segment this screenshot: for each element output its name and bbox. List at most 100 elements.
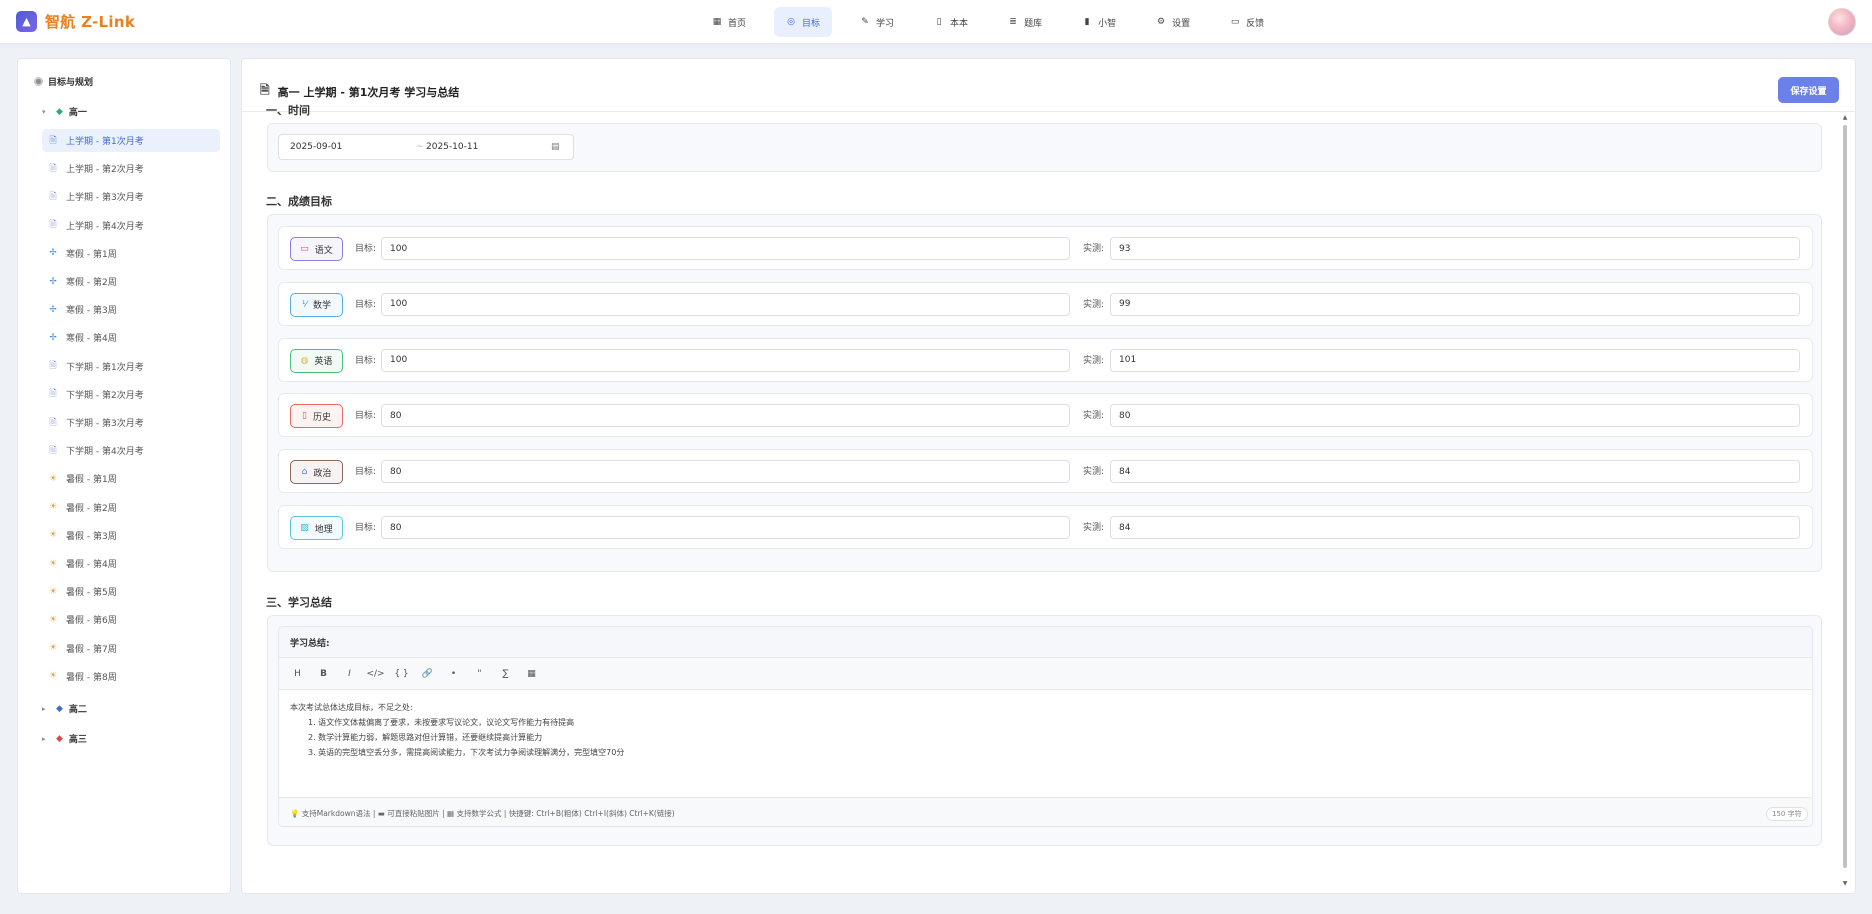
- date-range-picker[interactable]: 2025-09-01 ~ 2025-10-11 ▤: [278, 134, 574, 160]
- nav-item[interactable]: ▯ 本本: [922, 7, 980, 37]
- nav-item[interactable]: ▮ 小智: [1070, 7, 1128, 37]
- sidebar-item[interactable]: ✢ 寒假 - 第3周: [42, 298, 220, 321]
- sun-icon: ☀: [48, 643, 58, 654]
- nav-item[interactable]: ≣ 题库: [996, 7, 1054, 37]
- formula-button[interactable]: ∑: [495, 664, 516, 684]
- calendar-icon[interactable]: ▤: [551, 142, 560, 152]
- sidebar-item[interactable]: ☀ 暑假 - 第5周: [42, 580, 220, 603]
- save-settings-button[interactable]: 保存设置: [1778, 77, 1839, 103]
- nav-item[interactable]: ✎ 学习: [848, 7, 906, 37]
- sidebar-item-label: 暑假 - 第7周: [66, 644, 117, 655]
- sidebar-item[interactable]: ✢ 寒假 - 第1周: [42, 242, 220, 265]
- sidebar-item-label: 上学期 - 第3次月考: [66, 193, 144, 204]
- sidebar-grade[interactable]: ▾ ◆ 高一: [42, 105, 87, 119]
- actual-input[interactable]: 80: [1110, 404, 1800, 428]
- sidebar-item[interactable]: ✢ 寒假 - 第2周: [42, 270, 220, 293]
- bullet-list-button[interactable]: •: [443, 664, 464, 684]
- table-icon[interactable]: ▦: [521, 664, 542, 684]
- nav-item[interactable]: ▦ 首页: [700, 7, 758, 37]
- actual-input[interactable]: 84: [1110, 516, 1800, 539]
- scroll-up-icon[interactable]: ▲: [1841, 114, 1849, 121]
- sidebar-item-label: 寒假 - 第2周: [66, 278, 117, 288]
- heading-button[interactable]: H: [287, 664, 308, 684]
- graduation-cap-icon: ◆: [56, 106, 63, 117]
- nav-item[interactable]: ◎ 目标: [774, 7, 833, 37]
- sidebar-item[interactable]: 🗎 下学期 - 第3次月考: [42, 411, 220, 434]
- chevron-right-icon[interactable]: ▸: [42, 735, 50, 743]
- chevron-right-icon[interactable]: ▸: [42, 705, 50, 713]
- avatar[interactable]: [1828, 8, 1856, 36]
- scrollbar[interactable]: ▲ ▼: [1841, 114, 1849, 889]
- sidebar-item[interactable]: ☀ 暑假 - 第3周: [42, 524, 220, 547]
- target-input[interactable]: 100: [381, 237, 1070, 260]
- page-title-text: 高一 上学期 - 第1次月考 学习与总结: [277, 85, 460, 99]
- sidebar-item[interactable]: ☀ 暑假 - 第7周: [42, 637, 220, 660]
- sidebar-item[interactable]: ☀ 暑假 - 第2周: [42, 496, 220, 519]
- target-input[interactable]: 100: [381, 292, 1070, 316]
- sidebar-item[interactable]: ☀ 暑假 - 第6周: [42, 608, 220, 631]
- bold-button[interactable]: B: [313, 664, 334, 684]
- sidebar-item-label: 上学期 - 第4次月考: [66, 221, 144, 232]
- sidebar-item-label: 暑假 - 第5周: [66, 588, 117, 599]
- editor-toolbar: H B I </>{ } 🔗 • " ∑ ▦: [279, 658, 1812, 690]
- target-input[interactable]: 80: [381, 404, 1070, 428]
- sidebar-item[interactable]: 🗎 下学期 - 第2次月考: [42, 383, 220, 406]
- sidebar-item-label: 下学期 - 第3次月考: [66, 419, 144, 429]
- quote-button[interactable]: ": [469, 664, 490, 684]
- target-input[interactable]: 100: [381, 348, 1070, 372]
- editor-content[interactable]: 本次考试总体达成目标，不足之处: 1. 语文作文体裁偏离了要求，未按要求写议论文…: [279, 690, 1812, 797]
- top-navbar: ▲ 智航 Z-Link ▦ 首页 ◎ 目标 ✎ 学习 ▯ 本本 ≣ 题库 ▮ 小智 ⚙ 设置 ▭ 反馈: [0, 0, 1872, 44]
- sidebar-item-label: 下学期 - 第4次月考: [66, 447, 144, 458]
- target-input[interactable]: 80: [381, 460, 1070, 484]
- sidebar-grade[interactable]: ▸ ◆ 高三: [42, 732, 87, 746]
- sidebar-item[interactable]: ☀ 暑假 - 第4周: [42, 552, 220, 575]
- sidebar-item-label: 暑假 - 第6周: [66, 616, 117, 627]
- subject-icon: ⅟: [301, 299, 308, 310]
- sidebar-item[interactable]: ☀ 暑假 - 第1周: [42, 467, 220, 490]
- italic-button[interactable]: I: [339, 664, 360, 684]
- scrollbar-thumb[interactable]: [1843, 125, 1847, 868]
- nav-item[interactable]: ▭ 反馈: [1218, 7, 1276, 37]
- sidebar-grade[interactable]: ▸ ◆ 高二: [42, 702, 87, 716]
- nav-icon: ▮: [1084, 17, 1090, 27]
- code-block-button[interactable]: { }: [391, 664, 412, 684]
- document-icon: 🗎: [49, 361, 57, 372]
- document-icon: 🗎: [49, 135, 57, 146]
- sidebar-item-label: 寒假 - 第1周: [66, 249, 117, 260]
- sidebar-item[interactable]: 🗎 下学期 - 第1次月考: [42, 355, 220, 378]
- scroll-down-icon[interactable]: ▼: [1841, 880, 1849, 887]
- actual-input[interactable]: 93: [1110, 237, 1800, 260]
- inline-code-button[interactable]: </>: [365, 664, 386, 684]
- date-end[interactable]: 2025-10-11: [426, 142, 478, 152]
- sidebar-item[interactable]: 🗎 下学期 - 第4次月考: [42, 439, 220, 462]
- actual-input[interactable]: 99: [1110, 292, 1800, 316]
- target-input[interactable]: 80: [381, 516, 1070, 539]
- actual-input[interactable]: 101: [1110, 348, 1800, 372]
- sidebar-item[interactable]: ✢ 寒假 - 第4周: [42, 326, 220, 349]
- nav-icon: ▭: [1230, 17, 1240, 27]
- sidebar-item[interactable]: 🗎 上学期 - 第4次月考: [42, 214, 220, 237]
- subject-name: 地理: [314, 524, 333, 535]
- nav-label: 小智: [1098, 18, 1117, 29]
- editor-header: 学习总结:: [279, 627, 1812, 658]
- editor-footer: 💡 支持Markdown语法 | ▬ 可直接粘贴图片 | ▦ 支持数学公式 | …: [279, 797, 1812, 826]
- nav-label: 设置: [1172, 18, 1191, 29]
- sidebar-item[interactable]: 🗎 上学期 - 第2次月考: [42, 157, 220, 180]
- chevron-down-icon[interactable]: ▾: [42, 108, 50, 116]
- subject-name: 语文: [314, 245, 333, 256]
- document-icon: 🗎: [49, 220, 57, 231]
- link-icon[interactable]: 🔗: [417, 664, 438, 684]
- nav-item[interactable]: ⚙ 设置: [1144, 7, 1202, 37]
- summary-point: 1. 语文作文体裁偏离了要求，未按要求写议论文，议论文写作能力有待提高: [308, 718, 575, 727]
- actual-input[interactable]: 84: [1110, 460, 1800, 484]
- main-panel: 🗎 高一 上学期 - 第1次月考 学习与总结 保存设置 一、时间 2025-09…: [241, 58, 1857, 894]
- app-logo[interactable]: ▲ 智航 Z-Link: [16, 11, 135, 32]
- nav-icon: ≣: [1009, 17, 1017, 27]
- sidebar-item[interactable]: 🗎 上学期 - 第1次月考: [42, 129, 220, 152]
- document-icon: 🗎: [49, 445, 57, 456]
- sidebar-item[interactable]: 🗎 上学期 - 第3次月考: [42, 185, 220, 208]
- actual-label: 实测:: [1083, 355, 1105, 366]
- date-start[interactable]: 2025-09-01: [290, 142, 342, 152]
- sidebar-item[interactable]: ☀ 暑假 - 第8周: [42, 665, 220, 688]
- actual-label: 实测:: [1083, 523, 1105, 533]
